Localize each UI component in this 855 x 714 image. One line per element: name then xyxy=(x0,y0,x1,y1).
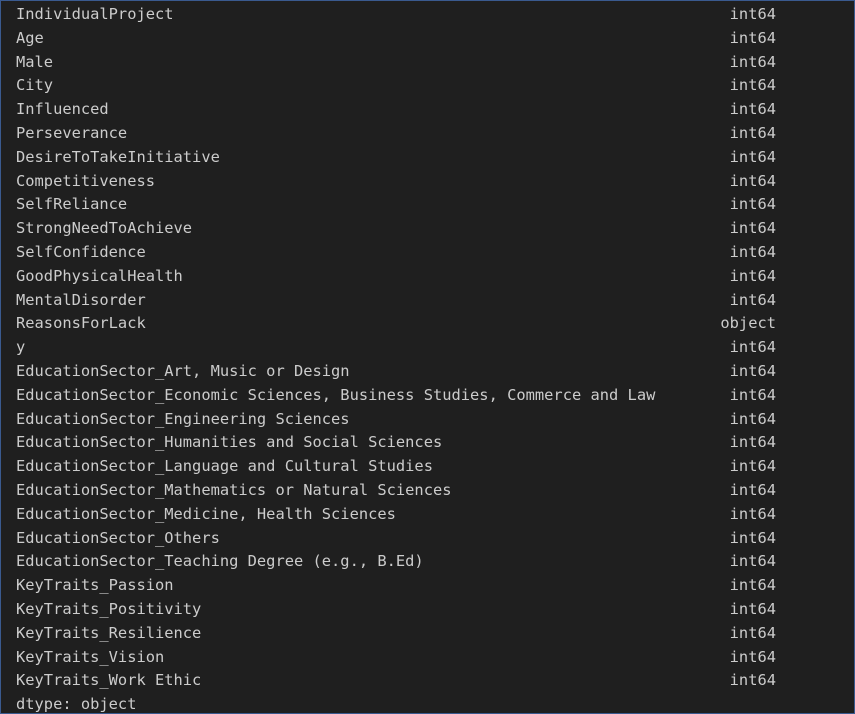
column-name: Male xyxy=(16,52,54,71)
column-dtype: int64 xyxy=(729,504,776,523)
column-dtype: int64 xyxy=(729,76,776,95)
column-dtype: int64 xyxy=(729,266,776,285)
column-dtype: int64 xyxy=(729,457,776,476)
dtype-row: EducationSector_Mathematics or Natural S… xyxy=(16,479,836,503)
dtype-row: City int64 xyxy=(16,74,836,98)
column-dtype: int64 xyxy=(729,338,776,357)
column-name: EducationSector_Mathematics or Natural S… xyxy=(16,480,452,499)
dtype-row: KeyTraits_Vision int64 xyxy=(16,646,836,670)
column-dtype: int64 xyxy=(729,242,776,261)
dtype-row: KeyTraits_Positivity int64 xyxy=(16,598,836,622)
column-dtype: int64 xyxy=(729,433,776,452)
column-name: SelfReliance xyxy=(16,195,128,214)
dtype-row: Competitiveness int64 xyxy=(16,170,836,194)
column-dtype: int64 xyxy=(729,623,776,642)
dtype-row: EducationSector_Language and Cultural St… xyxy=(16,455,836,479)
dtype-row: y int64 xyxy=(16,336,836,360)
column-name: DesireToTakeInitiative xyxy=(16,147,220,166)
column-name: EducationSector_Economic Sciences, Busin… xyxy=(16,385,656,404)
column-dtype: int64 xyxy=(729,171,776,190)
dtype-row: SelfConfidence int64 xyxy=(16,241,836,265)
column-name: EducationSector_Language and Cultural St… xyxy=(16,457,433,476)
column-name: EducationSector_Art, Music or Design xyxy=(16,361,350,380)
column-dtype: int64 xyxy=(729,28,776,47)
column-name: EducationSector_Humanities and Social Sc… xyxy=(16,433,443,452)
column-name: EducationSector_Teaching Degree (e.g., B… xyxy=(16,552,424,571)
dtype-footer: dtype: object xyxy=(16,695,137,714)
column-dtype: int64 xyxy=(729,290,776,309)
column-name: StrongNeedToAchieve xyxy=(16,219,193,238)
dtype-row: Perseverance int64 xyxy=(16,122,836,146)
dtype-row: EducationSector_Economic Sciences, Busin… xyxy=(16,384,836,408)
column-dtype: int64 xyxy=(729,52,776,71)
column-dtype: int64 xyxy=(729,409,776,428)
column-dtype: int64 xyxy=(729,576,776,595)
column-name: KeyTraits_Work Ethic xyxy=(16,671,202,690)
column-dtype: int64 xyxy=(729,552,776,571)
column-name: EducationSector_Engineering Sciences xyxy=(16,409,350,428)
column-name: y xyxy=(16,338,26,357)
dtype-row: EducationSector_Engineering Sciences int6… xyxy=(16,408,836,432)
column-name: City xyxy=(16,76,54,95)
column-dtype: int64 xyxy=(729,123,776,142)
column-dtype: int64 xyxy=(729,528,776,547)
column-dtype: object xyxy=(720,314,776,333)
dtype-row: KeyTraits_Passion int64 xyxy=(16,574,836,598)
dtype-row: MentalDisorder int64 xyxy=(16,289,836,313)
column-name: KeyTraits_Positivity xyxy=(16,599,202,618)
dtype-row: KeyTraits_Resilience int64 xyxy=(16,622,836,646)
column-dtype: int64 xyxy=(729,361,776,380)
column-dtype: int64 xyxy=(729,195,776,214)
dtype-row: EducationSector_Others int64 xyxy=(16,527,836,551)
column-dtype: int64 xyxy=(729,147,776,166)
dtype-row: EducationSector_Humanities and Social Sc… xyxy=(16,431,836,455)
column-dtype: int64 xyxy=(729,599,776,618)
column-dtype: int64 xyxy=(729,5,776,23)
column-dtype: int64 xyxy=(729,385,776,404)
dtype-row: KeyTraits_Work Ethic int64 xyxy=(16,669,836,693)
column-name: SelfConfidence xyxy=(16,242,146,261)
column-dtype: int64 xyxy=(729,671,776,690)
column-name: EducationSector_Others xyxy=(16,528,220,547)
column-name: Influenced xyxy=(16,100,109,119)
dtype-row: IndividualProject int64 xyxy=(16,3,836,27)
dtypes-output: IndividualProject int64 Age int64 Male int6… xyxy=(16,3,836,714)
column-dtype: int64 xyxy=(729,647,776,666)
column-name: GoodPhysicalHealth xyxy=(16,266,183,285)
column-name: Age xyxy=(16,28,44,47)
dtype-row: Male int64 xyxy=(16,51,836,75)
column-dtype: int64 xyxy=(729,219,776,238)
dtype-row: DesireToTakeInitiative int64 xyxy=(16,146,836,170)
dtype-row: Age int64 xyxy=(16,27,836,51)
dtype-row: EducationSector_Art, Music or Design int6… xyxy=(16,360,836,384)
column-name: IndividualProject xyxy=(16,5,174,23)
column-name: MentalDisorder xyxy=(16,290,146,309)
cell-output-panel: IndividualProject int64 Age int64 Male int6… xyxy=(0,0,855,714)
column-name: KeyTraits_Vision xyxy=(16,647,165,666)
column-name: ReasonsForLack xyxy=(16,314,146,333)
column-name: EducationSector_Medicine, Health Science… xyxy=(16,504,396,523)
column-name: KeyTraits_Resilience xyxy=(16,623,202,642)
column-name: Competitiveness xyxy=(16,171,155,190)
dtype-row: EducationSector_Medicine, Health Science… xyxy=(16,503,836,527)
dtype-row: Influenced int64 xyxy=(16,98,836,122)
column-name: KeyTraits_Passion xyxy=(16,576,174,595)
column-dtype: int64 xyxy=(729,100,776,119)
dtype-row: GoodPhysicalHealth int64 xyxy=(16,265,836,289)
dtype-row: EducationSector_Teaching Degree (e.g., B… xyxy=(16,550,836,574)
dtype-row: SelfReliance int64 xyxy=(16,193,836,217)
dtype-row: StrongNeedToAchieve int64 xyxy=(16,217,836,241)
dtype-row: ReasonsForLack object xyxy=(16,312,836,336)
column-dtype: int64 xyxy=(729,480,776,499)
column-name: Perseverance xyxy=(16,123,128,142)
